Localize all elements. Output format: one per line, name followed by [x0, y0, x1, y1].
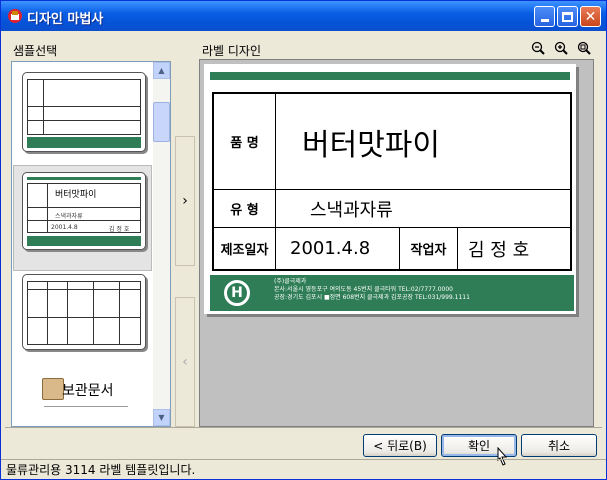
close-button[interactable]: ✕: [580, 6, 601, 27]
window-title: 디자인 마법사: [27, 12, 104, 27]
chevron-up-icon: ▲: [158, 66, 165, 75]
app-icon: [8, 9, 22, 23]
status-bar: 물류관리용 3114 라벨 템플릿입니다.: [1, 459, 606, 479]
title-bar[interactable]: 디자인 마법사 ✕: [1, 1, 606, 31]
sample-select-title: 샘플선택: [13, 44, 58, 58]
label-footer: H (주)클극제과 본사:서울시 영등포구 여의도동 45번지 클극타워 TEL…: [210, 275, 574, 311]
maximize-icon: [562, 11, 573, 22]
thumb2-date: 2001.4.8: [51, 224, 78, 231]
label-preview-area[interactable]: 품 명 버터맛파이 유 형 스낵과자류 제조일자 2001.4.8 작업자 김 …: [199, 59, 594, 427]
maximize-button[interactable]: [557, 6, 578, 27]
thumbnail-list: 버터맛파이 스낵과자류 2001.4.8 김 정 호 보관문서: [12, 62, 153, 426]
footer-company: (주)클극제과: [274, 278, 307, 285]
zoom-in-icon[interactable]: [554, 41, 568, 55]
company-logo: H: [224, 280, 250, 306]
thumb2-type: 스낵과자류: [55, 213, 83, 220]
sample-thumb-3[interactable]: [22, 274, 146, 350]
sample-thumb-2[interactable]: 버터맛파이 스낵과자류 2001.4.8 김 정 호: [22, 172, 146, 250]
scroll-up-button[interactable]: ▲: [153, 62, 170, 79]
separator: [5, 427, 602, 428]
zoom-out-icon[interactable]: [531, 41, 545, 55]
product-name-label: 품 명: [214, 94, 276, 190]
date-label: 제조일자: [214, 228, 276, 269]
chevron-left-icon: ‹: [182, 354, 188, 370]
status-text: 물류관리용 3114 라벨 템플릿입니다.: [6, 463, 196, 477]
thumb2-worker: 김 정 호: [109, 226, 130, 233]
prev-sample-button[interactable]: ‹: [175, 297, 195, 427]
type-label: 유 형: [214, 190, 276, 228]
footer-factory: 공장:경기도 김포시 ■정면 608번지 클극제과 김포공장 TEL:031/9…: [274, 294, 470, 301]
type-value[interactable]: 스낵과자류: [276, 190, 570, 228]
thumb2-title: 버터맛파이: [55, 190, 97, 200]
chevron-down-icon: ▼: [158, 413, 165, 422]
zoom-fit-icon[interactable]: [577, 41, 591, 55]
sample-list[interactable]: 버터맛파이 스낵과자류 2001.4.8 김 정 호 보관문서 ▲ ▼: [11, 61, 171, 427]
folder-icon: [42, 378, 64, 400]
vertical-scrollbar[interactable]: ▲ ▼: [153, 62, 170, 426]
cancel-button[interactable]: 취소: [521, 434, 597, 457]
sample-thumb-1[interactable]: [22, 72, 146, 152]
scroll-thumb[interactable]: [153, 102, 170, 142]
scroll-down-button[interactable]: ▼: [153, 409, 170, 426]
label-card: 품 명 버터맛파이 유 형 스낵과자류 제조일자 2001.4.8 작업자 김 …: [204, 64, 576, 314]
minimize-icon: [540, 19, 549, 22]
back-button[interactable]: < 뒤로(B): [363, 434, 437, 457]
footer-text: (주)클극제과 본사:서울시 영등포구 여의도동 45번지 클극타워 TEL:0…: [274, 278, 470, 302]
worker-value[interactable]: 김 정 호: [458, 228, 570, 269]
label-top-bar: [210, 72, 570, 80]
sample-thumb-4[interactable]: 보관문서: [42, 372, 130, 426]
footer-hq: 본사:서울시 영등포구 여의도동 45번지 클극타워 TEL:02/7777.0…: [274, 286, 453, 293]
label-table: 품 명 버터맛파이 유 형 스낵과자류 제조일자 2001.4.8 작업자 김 …: [212, 92, 572, 271]
thumb4-title: 보관문서: [62, 383, 114, 399]
next-sample-button[interactable]: ›: [175, 136, 195, 266]
label-design-title: 라벨 디자인: [202, 44, 262, 58]
worker-label: 작업자: [400, 228, 458, 269]
product-name-value[interactable]: 버터맛파이: [276, 94, 570, 190]
wizard-window: 디자인 마법사 ✕ 샘플선택 라벨 디자인 버터맛파이 스낵과자류 2001.4…: [0, 0, 607, 480]
minimize-button[interactable]: [534, 6, 555, 27]
date-value[interactable]: 2001.4.8: [276, 228, 400, 269]
close-icon: ✕: [584, 8, 597, 25]
chevron-right-icon: ›: [182, 193, 188, 209]
